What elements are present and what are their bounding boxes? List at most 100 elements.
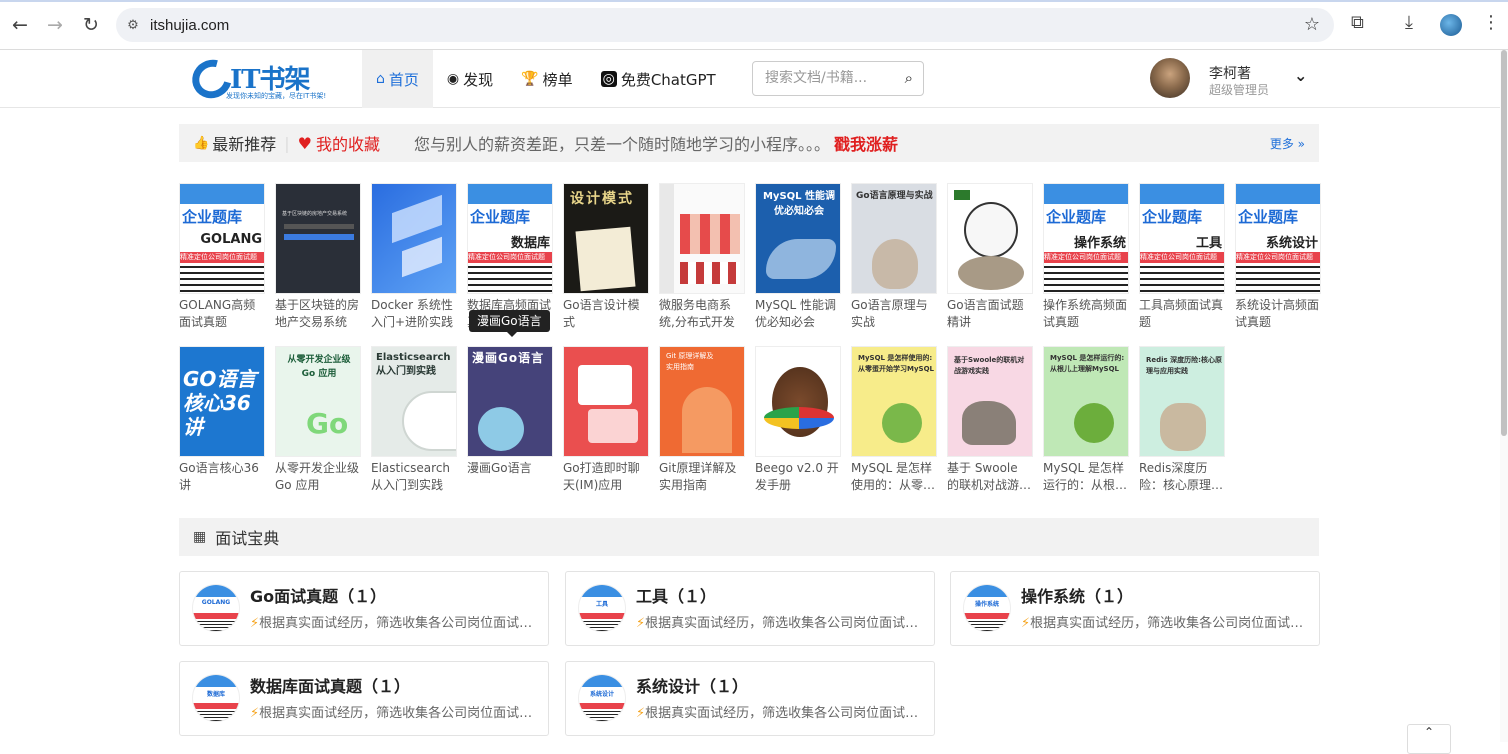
book-item[interactable]: Go语言原理与实战 Go语言原理与实战 — [851, 183, 937, 331]
book-title[interactable]: 工具高频面试真题 — [1139, 297, 1225, 331]
book-title[interactable]: Git原理详解及实用指南 — [659, 460, 745, 494]
book-item[interactable]: Git 原理详解及实用指南 Git原理详解及实用指南 — [659, 346, 745, 494]
book-item[interactable]: 企业题库 操作系统 精准定位公司岗位面试题 操作系统高频面试真题 — [1043, 183, 1129, 331]
book-item[interactable]: 微服务电商系统,分布式开发 — [659, 183, 745, 331]
bookmark-star-icon[interactable]: ☆ — [1304, 14, 1320, 35]
reload-icon[interactable]: ↻ — [73, 7, 109, 43]
book-cover[interactable]: MySQL 性能调优必知必会 — [755, 183, 841, 294]
book-item[interactable]: MySQL 性能调优必知必会 MySQL 性能调优必知必会 — [755, 183, 841, 331]
user-menu[interactable]: 李柯著 超级管理员 ⌄ — [1150, 58, 1315, 102]
promo-link[interactable]: 戳我涨薪 — [834, 135, 898, 154]
interview-card[interactable]: 操作系统 操作系统（１） ⚡根据真实面试经历，筛选收集各公司岗位面试真题 — [950, 571, 1320, 646]
card-title[interactable]: 数据库面试真题（１） — [250, 673, 410, 697]
book-item[interactable]: Redis 深度历险:核心原理与应用实践 Redis深度历险：核心原理… — [1139, 346, 1225, 494]
more-link[interactable]: 更多 » — [1270, 135, 1305, 152]
book-title[interactable]: MySQL 是怎样使用的：从零… — [851, 460, 937, 494]
book-title[interactable]: MySQL 性能调优必知必会 — [755, 297, 841, 331]
book-title[interactable]: 基于区块链的房地产交易系统 — [275, 297, 361, 331]
book-cover[interactable] — [755, 346, 841, 457]
book-title[interactable]: 从零开发企业级 Go 应用 — [275, 460, 361, 494]
book-title[interactable]: 系统设计高频面试真题 — [1235, 297, 1321, 331]
book-cover[interactable]: 企业题库 数据库 精准定位公司岗位面试题 — [467, 183, 553, 294]
interview-card[interactable]: 系统设计 系统设计（１） ⚡根据真实面试经历，筛选收集各公司岗位面试真题 — [565, 661, 935, 736]
book-title[interactable]: GOLANG高频面试真题 — [179, 297, 265, 331]
tab-favorites[interactable]: ♥ 我的收藏 — [298, 131, 380, 155]
search-input[interactable] — [765, 70, 885, 86]
book-cover[interactable]: Go语言原理与实战 — [851, 183, 937, 294]
book-item[interactable]: 企业题库 GOLANG 精准定位公司岗位面试题 GOLANG高频面试真题 — [179, 183, 265, 331]
search-icon[interactable]: ⌕ — [905, 69, 913, 87]
book-title[interactable]: Go语言设计模式 — [563, 297, 649, 331]
book-cover[interactable] — [563, 346, 649, 457]
book-title[interactable]: Go语言面试题精讲 — [947, 297, 1033, 331]
page-scrollbar[interactable] — [1500, 50, 1508, 742]
site-logo[interactable]: IT书架 发现你未知的宝藏，尽在IT书架! — [185, 52, 342, 106]
tab-latest[interactable]: 👍 最新推荐 — [193, 131, 276, 155]
book-cover[interactable]: 企业题库 操作系统 精准定位公司岗位面试题 — [1043, 183, 1129, 294]
menu-item-ranking[interactable]: 🏆 榜单 — [507, 50, 586, 108]
book-item[interactable]: 企业题库数据库精准定位公司岗位面试题数据库高频面试真题 — [467, 183, 553, 331]
menu-item-home[interactable]: ⌂ 首页 — [362, 50, 433, 108]
book-cover[interactable]: 基于区块链的房地产交易系统 — [275, 183, 361, 294]
book-cover[interactable]: 企业题库 工具 精准定位公司岗位面试题 — [1139, 183, 1225, 294]
book-cover[interactable]: 设计模式 — [563, 183, 649, 294]
book-item[interactable]: MySQL 是怎样运行的:从根儿上理解MySQL MySQL 是怎样运行的：从根… — [1043, 346, 1129, 494]
book-item[interactable]: 企业题库 工具 精准定位公司岗位面试题 工具高频面试真题 — [1139, 183, 1225, 331]
book-cover[interactable]: MySQL 是怎样运行的:从根儿上理解MySQL — [1043, 346, 1129, 457]
book-item[interactable]: 设计模式 Go语言设计模式 — [563, 183, 649, 331]
book-title[interactable]: Redis深度历险：核心原理… — [1139, 460, 1225, 494]
interview-card[interactable]: 工具 工具（１） ⚡根据真实面试经历，筛选收集各公司岗位面试真题 — [565, 571, 935, 646]
browser-menu-icon[interactable]: ⋮ — [1482, 12, 1500, 33]
book-cover[interactable]: 从零开发企业级 Go 应用 Go — [275, 346, 361, 457]
book-item[interactable]: Elasticsearch从入门到实践 Elasticsearch 从入门到实践 — [371, 346, 457, 494]
book-cover[interactable]: GO语言核心36讲 — [179, 346, 265, 457]
scrollbar-thumb[interactable] — [1501, 50, 1507, 436]
back-icon[interactable]: ← — [2, 7, 38, 43]
url-text[interactable]: itshujia.com — [150, 17, 229, 34]
book-item[interactable]: GO语言核心36讲 Go语言核心36讲 — [179, 346, 265, 494]
card-title[interactable]: 工具（１） — [636, 583, 716, 607]
interview-card[interactable]: GOLANG Go面试真题（１） ⚡根据真实面试经历，筛选收集各公司岗位面试真题 — [179, 571, 549, 646]
book-title[interactable]: 微服务电商系统,分布式开发 — [659, 297, 745, 331]
profile-avatar-icon[interactable] — [1440, 14, 1462, 36]
avatar[interactable] — [1150, 58, 1190, 98]
book-cover[interactable]: 企业题库 GOLANG 精准定位公司岗位面试题 — [179, 183, 265, 294]
book-item[interactable]: Go语言面试题精讲 — [947, 183, 1033, 331]
book-cover[interactable] — [371, 183, 457, 294]
book-cover[interactable]: Elasticsearch从入门到实践 — [371, 346, 457, 457]
book-cover[interactable]: Redis 深度历险:核心原理与应用实践 — [1139, 346, 1225, 457]
book-item[interactable]: Docker 系统性入门+进阶实践 — [371, 183, 457, 331]
book-cover[interactable] — [659, 183, 745, 294]
book-title[interactable]: MySQL 是怎样运行的：从根… — [1043, 460, 1129, 494]
interview-card[interactable]: 数据库 数据库面试真题（１） ⚡根据真实面试经历，筛选收集各公司岗位面试真题 — [179, 661, 549, 736]
extension-icon[interactable]: ⧉ — [1351, 12, 1364, 33]
book-item[interactable]: 从零开发企业级 Go 应用 Go 从零开发企业级 Go 应用 — [275, 346, 361, 494]
book-cover[interactable]: Git 原理详解及实用指南 — [659, 346, 745, 457]
book-item[interactable]: MySQL 是怎样使用的:从零蛋开始学习MySQL MySQL 是怎样使用的：从零… — [851, 346, 937, 494]
book-cover[interactable] — [947, 183, 1033, 294]
address-bar[interactable]: ⚙ itshujia.com ☆ — [116, 8, 1334, 42]
book-cover[interactable]: 企业题库 系统设计 精准定位公司岗位面试题 — [1235, 183, 1321, 294]
download-icon[interactable]: ⤓ — [1405, 12, 1413, 33]
book-item[interactable]: Beego v2.0 开发手册 — [755, 346, 841, 494]
book-item[interactable]: 基于区块链的房地产交易系统 基于区块链的房地产交易系统 — [275, 183, 361, 331]
card-title[interactable]: 系统设计（１） — [636, 673, 748, 697]
card-title[interactable]: Go面试真题（１） — [250, 583, 386, 607]
book-cover[interactable]: 漫画Go语言 — [467, 346, 553, 457]
book-item[interactable]: 基于Swoole的联机对战游戏实践基于 Swoole 的联机对战游戏… — [947, 346, 1033, 494]
card-title[interactable]: 操作系统（１） — [1021, 583, 1133, 607]
book-title[interactable]: Go打造即时聊天(IM)应用 — [563, 460, 649, 494]
site-info-icon[interactable]: ⚙ — [116, 18, 150, 33]
book-title[interactable]: 操作系统高频面试真题 — [1043, 297, 1129, 331]
book-title[interactable]: Beego v2.0 开发手册 — [755, 460, 841, 494]
forward-icon[interactable]: → — [37, 7, 73, 43]
book-title[interactable]: Go语言核心36讲 — [179, 460, 265, 494]
book-item[interactable]: Go打造即时聊天(IM)应用 — [563, 346, 649, 494]
menu-item-chatgpt[interactable]: ◎ 免费ChatGPT — [587, 50, 730, 108]
back-to-top-button[interactable]: ⌃ — [1407, 724, 1451, 754]
book-title[interactable]: 基于 Swoole 的联机对战游戏… — [947, 460, 1033, 494]
book-item[interactable]: 漫画Go语言 漫画Go语言 — [467, 346, 553, 494]
book-title[interactable]: 漫画Go语言 — [467, 460, 553, 494]
book-title[interactable]: Docker 系统性入门+进阶实践 — [371, 297, 457, 331]
book-title[interactable]: Go语言原理与实战 — [851, 297, 937, 331]
